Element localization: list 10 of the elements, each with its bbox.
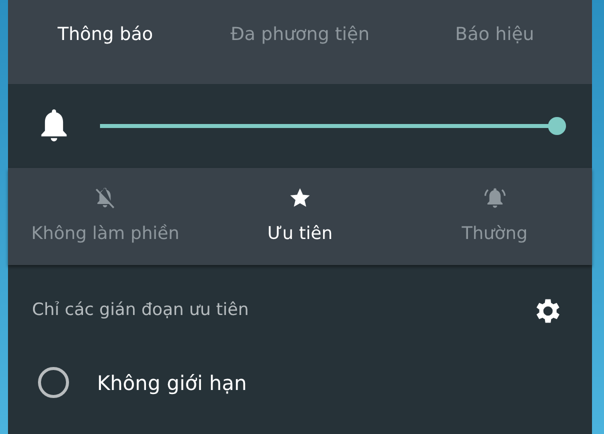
slider-thumb[interactable]	[548, 117, 566, 135]
mode-button[interactable]: Thường	[397, 168, 592, 265]
mode-button[interactable]: Ưu tiên	[202, 168, 398, 265]
section-title: Chỉ các gián đoạn ưu tiên	[32, 299, 249, 322]
tab[interactable]: Báo hiệu	[397, 14, 592, 54]
tab[interactable]: Đa phương tiện	[202, 14, 398, 54]
radio-option[interactable]: Không giới hạn	[8, 327, 592, 398]
radio-button[interactable]	[38, 367, 69, 398]
mode-button[interactable]: Không làm phiền	[8, 168, 203, 265]
tab[interactable]: Thông báo	[8, 14, 203, 54]
